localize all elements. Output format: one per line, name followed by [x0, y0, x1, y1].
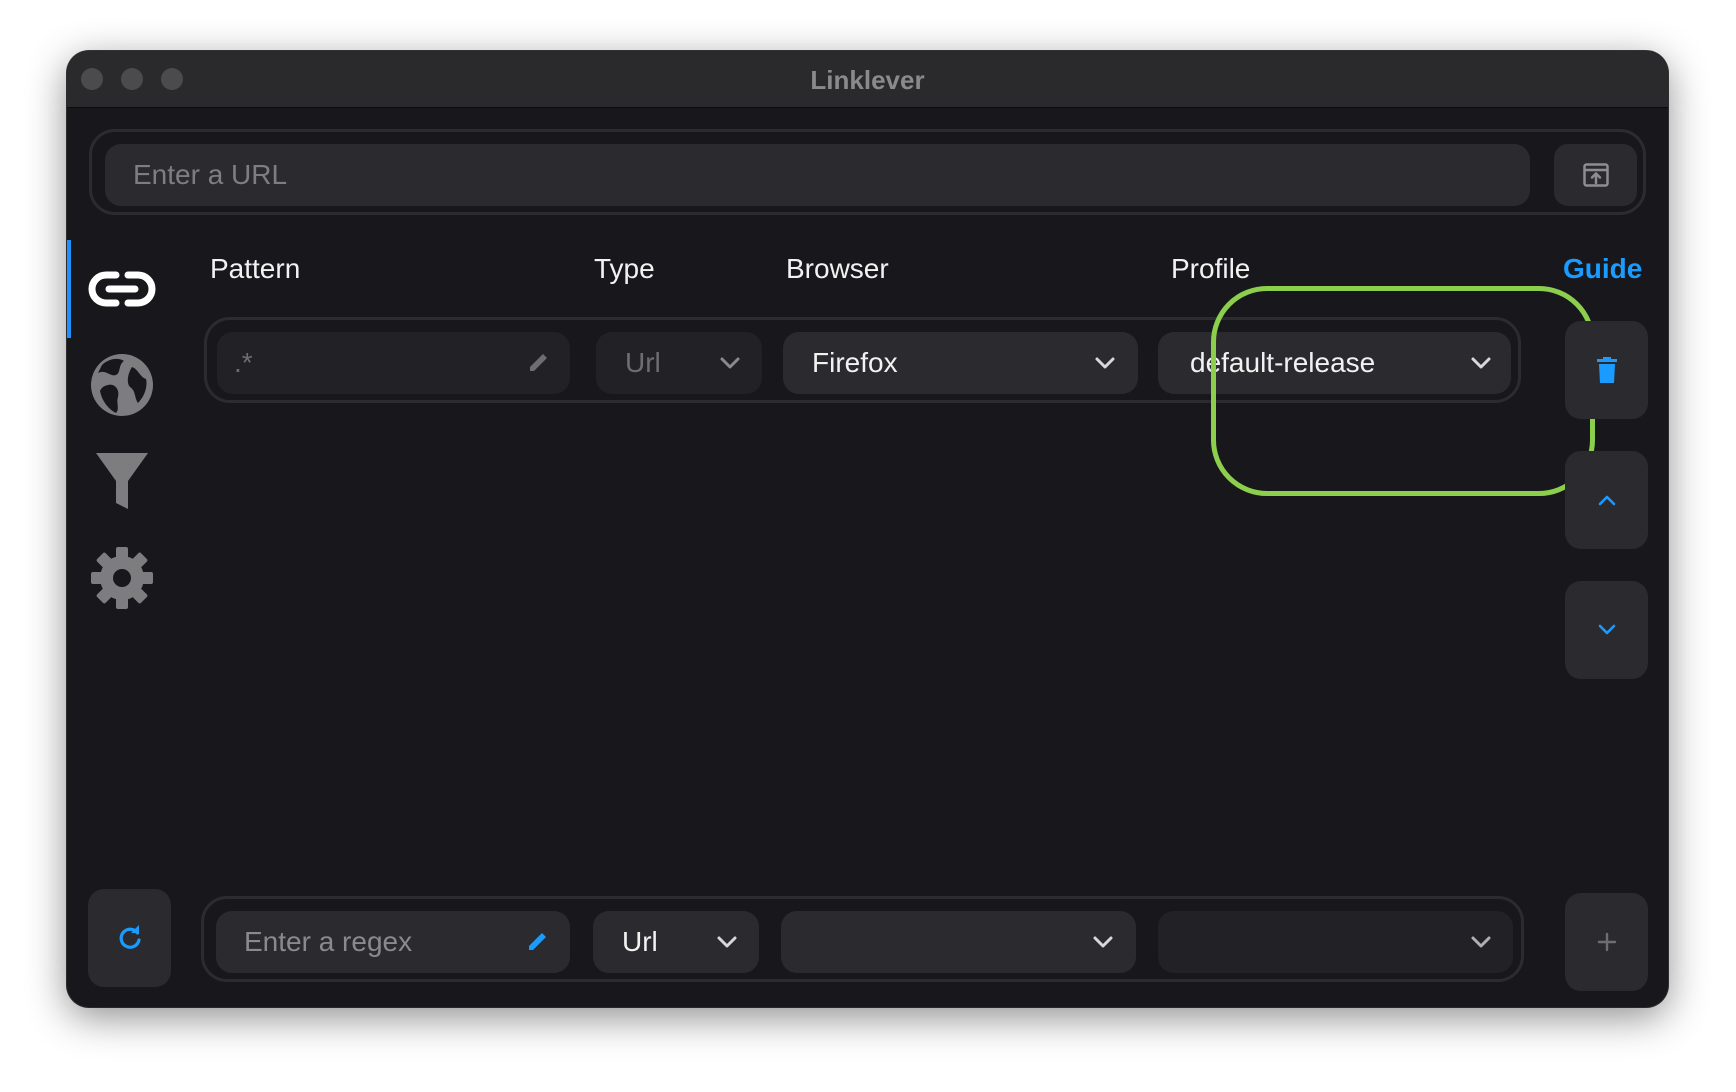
open-url-button[interactable]	[1554, 144, 1637, 206]
rule-row: .* Url Firefox default-release	[204, 317, 1521, 403]
profile-select[interactable]: default-release	[1158, 332, 1511, 394]
url-bar	[89, 129, 1646, 215]
pattern-value: .*	[234, 347, 253, 378]
sidebar-item-rules[interactable]	[87, 254, 157, 324]
guide-link[interactable]: Guide	[1563, 253, 1642, 285]
type-select[interactable]: Url	[596, 332, 762, 394]
new-browser-select[interactable]	[781, 911, 1136, 973]
app-window: Linklever Enter a URL Pattern Type Brows…	[67, 51, 1668, 1007]
refresh-button[interactable]	[88, 889, 171, 987]
chevron-down-icon	[720, 357, 740, 369]
new-type-select[interactable]: Url	[593, 911, 759, 973]
type-value: Url	[625, 347, 661, 378]
browser-value: Firefox	[812, 347, 898, 378]
open-in-browser-icon	[1582, 163, 1609, 187]
trash-icon	[1596, 357, 1617, 383]
chevron-down-icon	[1095, 357, 1115, 369]
browser-select[interactable]: Firefox	[783, 332, 1138, 394]
gear-icon	[91, 547, 153, 609]
title-bar: Linklever	[67, 51, 1668, 108]
chevron-down-icon	[1598, 624, 1615, 635]
chevron-down-icon	[1471, 936, 1491, 948]
sidebar-item-settings[interactable]	[87, 543, 157, 613]
column-header-profile: Profile	[1171, 253, 1251, 284]
sidebar-active-indicator	[67, 240, 71, 338]
url-input[interactable]	[105, 144, 1530, 206]
profile-value: default-release	[1190, 347, 1376, 378]
delete-rule-button[interactable]	[1565, 321, 1648, 419]
new-pattern-field[interactable]	[216, 911, 570, 973]
chevron-down-icon	[717, 936, 737, 948]
funnel-icon	[96, 453, 148, 509]
new-rule-row: Url	[201, 896, 1524, 982]
add-rule-button[interactable]	[1565, 893, 1648, 991]
refresh-icon	[119, 925, 141, 949]
chevron-up-icon	[1598, 495, 1615, 506]
plus-icon	[1597, 932, 1616, 952]
move-rule-up-button[interactable]	[1565, 451, 1648, 549]
move-rule-down-button[interactable]	[1565, 581, 1648, 679]
new-profile-select[interactable]	[1158, 911, 1513, 973]
link-icon	[88, 271, 156, 307]
column-header-type: Type	[594, 253, 655, 284]
column-header-browser: Browser	[786, 253, 889, 284]
new-type-value: Url	[622, 926, 658, 957]
globe-icon	[91, 354, 153, 416]
chevron-down-icon	[1093, 936, 1113, 948]
column-header-pattern: Pattern	[210, 253, 301, 284]
sidebar-item-filters[interactable]	[87, 447, 157, 517]
edit-pencil-icon	[529, 933, 546, 950]
window-title: Linklever	[810, 65, 925, 95]
chevron-down-icon	[1471, 357, 1491, 369]
sidebar-item-browsers[interactable]	[87, 350, 157, 420]
regex-input[interactable]	[216, 911, 570, 973]
pattern-field[interactable]: .*	[217, 332, 570, 394]
edit-pencil-icon	[530, 354, 547, 371]
